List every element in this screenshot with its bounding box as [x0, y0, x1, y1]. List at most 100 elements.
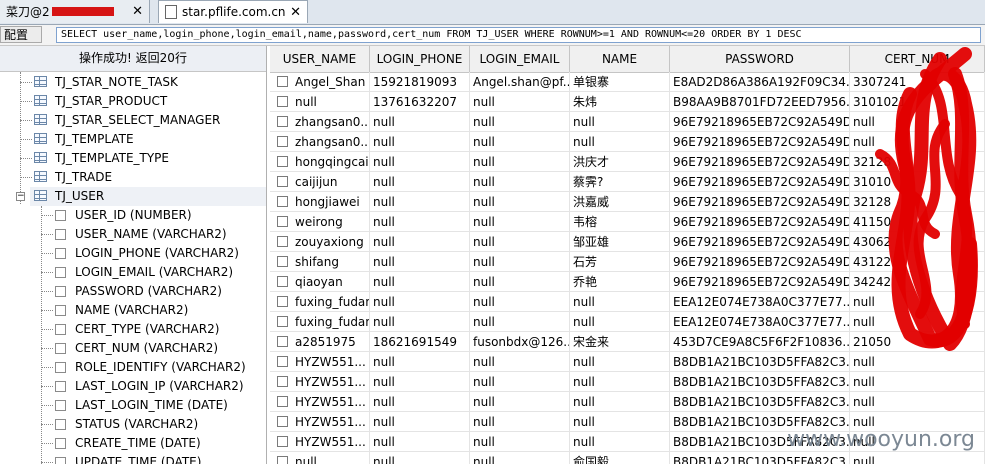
tree-table-item[interactable]: TJ_STAR_SELECT_MANAGER: [55, 111, 220, 130]
column-header[interactable]: NAME: [570, 46, 670, 72]
table-cell: shifang: [292, 252, 370, 272]
column-icon: [55, 419, 66, 430]
table-cell: null: [370, 452, 470, 464]
table-cell: null: [570, 392, 670, 412]
row-checkbox[interactable]: [277, 76, 288, 87]
row-checkbox[interactable]: [277, 256, 288, 267]
table-row[interactable]: fuxing_fudan null null null EEA12E074E738A0C…: [270, 312, 985, 332]
column-header[interactable]: USER_NAME: [270, 46, 370, 72]
table-row[interactable]: shifang null null 石芳 96E79218965EB72C92A549D…: [270, 252, 985, 272]
table-row[interactable]: hongjiawei null null 洪嘉威 96E79218965EB72C92A…: [270, 192, 985, 212]
tree-table-item[interactable]: TJ_STAR_NOTE_TASK: [55, 73, 178, 92]
table-cell: 蔡霁?: [570, 172, 670, 192]
row-checkbox[interactable]: [277, 116, 288, 127]
table-cell: B8DB1A21BC103D5FFA82C3...: [670, 372, 850, 392]
column-icon: [55, 438, 66, 449]
row-checkbox[interactable]: [277, 276, 288, 287]
tree-column-item[interactable]: UPDATE_TIME (DATE): [75, 453, 201, 464]
sql-input[interactable]: SELECT user_name,login_phone,login_email…: [56, 27, 981, 43]
row-checkbox[interactable]: [277, 316, 288, 327]
config-button[interactable]: 配置: [0, 26, 42, 43]
tree-table-item[interactable]: TJ_TEMPLATE: [55, 130, 134, 149]
page-icon: [165, 5, 177, 19]
table-cell: null: [850, 392, 985, 412]
table-cell: caijijun: [292, 172, 370, 192]
tab-shell[interactable]: 菜刀@2 ✕: [0, 0, 150, 23]
tree-table-item[interactable]: TJ_TRADE: [55, 168, 112, 187]
table-row[interactable]: zhangsan0... null null null 96E79218965EB72C…: [270, 112, 985, 132]
tree-table-item[interactable]: TJ_TEMPLATE_TYPE: [55, 149, 169, 168]
tree-column-item[interactable]: CREATE_TIME (DATE): [75, 434, 201, 453]
table-row[interactable]: fuxing_fudan null null null EEA12E074E738A0C…: [270, 292, 985, 312]
table-cell: null: [850, 132, 985, 152]
table-cell: null: [570, 112, 670, 132]
tree-column-item[interactable]: CERT_NUM (VARCHAR2): [75, 339, 218, 358]
row-checkbox[interactable]: [277, 96, 288, 107]
table-cell: null: [470, 432, 570, 452]
table-row[interactable]: null 13761632207 null 朱炜 B98AA9B8701FD72EED7…: [270, 92, 985, 112]
table-row[interactable]: Angel_Shan 15921819093 Angel.shan@pf... 单银寨…: [270, 72, 985, 92]
table-row[interactable]: qiaoyan null null 乔艳 96E79218965EB72C92A549D…: [270, 272, 985, 292]
table-row[interactable]: null null null 俞国毅 B8DB1A21BC103D5FFA82C3...…: [270, 452, 985, 464]
column-icon: [55, 248, 66, 259]
column-header[interactable]: LOGIN_PHONE: [370, 46, 470, 72]
row-checkbox[interactable]: [277, 356, 288, 367]
row-checkbox[interactable]: [277, 416, 288, 427]
row-checkbox[interactable]: [277, 296, 288, 307]
query-toolbar: 配置 SELECT user_name,login_phone,login_em…: [0, 25, 985, 46]
table-row[interactable]: hongqingcai null null 洪庆才 96E79218965EB72C92…: [270, 152, 985, 172]
table-cell: 96E79218965EB72C92A549D...: [670, 232, 850, 252]
table-row[interactable]: HYZW551... null null null B8DB1A21BC103D5FFA…: [270, 392, 985, 412]
table-cell: null: [570, 312, 670, 332]
tree-column-item[interactable]: PASSWORD (VARCHAR2): [75, 282, 222, 301]
table-cell: Angel_Shan: [292, 72, 370, 92]
collapse-icon[interactable]: −: [16, 192, 25, 201]
table-row[interactable]: weirong null null 韦榕 96E79218965EB72C92A549D…: [270, 212, 985, 232]
table-cell: hongjiawei: [292, 192, 370, 212]
row-checkbox[interactable]: [277, 156, 288, 167]
table-row[interactable]: caijijun null null 蔡霁? 96E79218965EB72C92A54…: [270, 172, 985, 192]
table-cell: null: [470, 232, 570, 252]
table-cell: null: [470, 212, 570, 232]
tree-column-item[interactable]: USER_NAME (VARCHAR2): [75, 225, 227, 244]
tree-column-item[interactable]: ROLE_IDENTIFY (VARCHAR2): [75, 358, 246, 377]
tree-column-item[interactable]: NAME (VARCHAR2): [75, 301, 188, 320]
row-checkbox[interactable]: [277, 176, 288, 187]
row-checkbox[interactable]: [277, 136, 288, 147]
column-header[interactable]: LOGIN_EMAIL: [470, 46, 570, 72]
table-cell: null: [370, 192, 470, 212]
tree-table-item[interactable]: TJ_STAR_PRODUCT: [55, 92, 167, 111]
row-checkbox[interactable]: [277, 376, 288, 387]
tree-column-item[interactable]: LAST_LOGIN_IP (VARCHAR2): [75, 377, 244, 396]
table-icon: [34, 190, 47, 201]
tree-column-item[interactable]: STATUS (VARCHAR2): [75, 415, 198, 434]
tab-star-pflife[interactable]: star.pflife.com.cn ✕: [158, 0, 308, 23]
close-icon[interactable]: ✕: [132, 4, 143, 19]
table-cell: null: [470, 372, 570, 392]
row-checkbox[interactable]: [277, 456, 288, 464]
table-row[interactable]: zouyaxiong null null 邹亚雄 96E79218965EB72C92A…: [270, 232, 985, 252]
column-header[interactable]: PASSWORD: [670, 46, 850, 72]
table-cell: zhangsan0...: [292, 132, 370, 152]
row-checkbox[interactable]: [277, 236, 288, 247]
table-row[interactable]: HYZW551... null null null B8DB1A21BC103D5FFA…: [270, 352, 985, 372]
table-row[interactable]: HYZW551... null null null B8DB1A21BC103D5FFA…: [270, 372, 985, 392]
table-cell: null: [470, 352, 570, 372]
row-checkbox[interactable]: [277, 196, 288, 207]
tree-column-item[interactable]: LOGIN_PHONE (VARCHAR2): [75, 244, 239, 263]
tree-table-item-tj-user[interactable]: TJ_USER: [55, 187, 104, 206]
table-cell: weirong: [292, 212, 370, 232]
table-cell: 韦榕: [570, 212, 670, 232]
close-icon[interactable]: ✕: [290, 5, 301, 20]
table-row[interactable]: zhangsan0... null null null 96E79218965EB72C…: [270, 132, 985, 152]
row-checkbox[interactable]: [277, 436, 288, 447]
row-checkbox[interactable]: [277, 336, 288, 347]
tree-column-item[interactable]: USER_ID (NUMBER): [75, 206, 192, 225]
table-row[interactable]: a2851975 18621691549 fusonbdx@126.... 宋金来 45…: [270, 332, 985, 352]
row-checkbox[interactable]: [277, 216, 288, 227]
row-checkbox[interactable]: [277, 396, 288, 407]
tree-column-item[interactable]: LOGIN_EMAIL (VARCHAR2): [75, 263, 233, 282]
column-header[interactable]: CERT_NUM: [850, 46, 985, 72]
tree-column-item[interactable]: CERT_TYPE (VARCHAR2): [75, 320, 219, 339]
tree-column-item[interactable]: LAST_LOGIN_TIME (DATE): [75, 396, 228, 415]
